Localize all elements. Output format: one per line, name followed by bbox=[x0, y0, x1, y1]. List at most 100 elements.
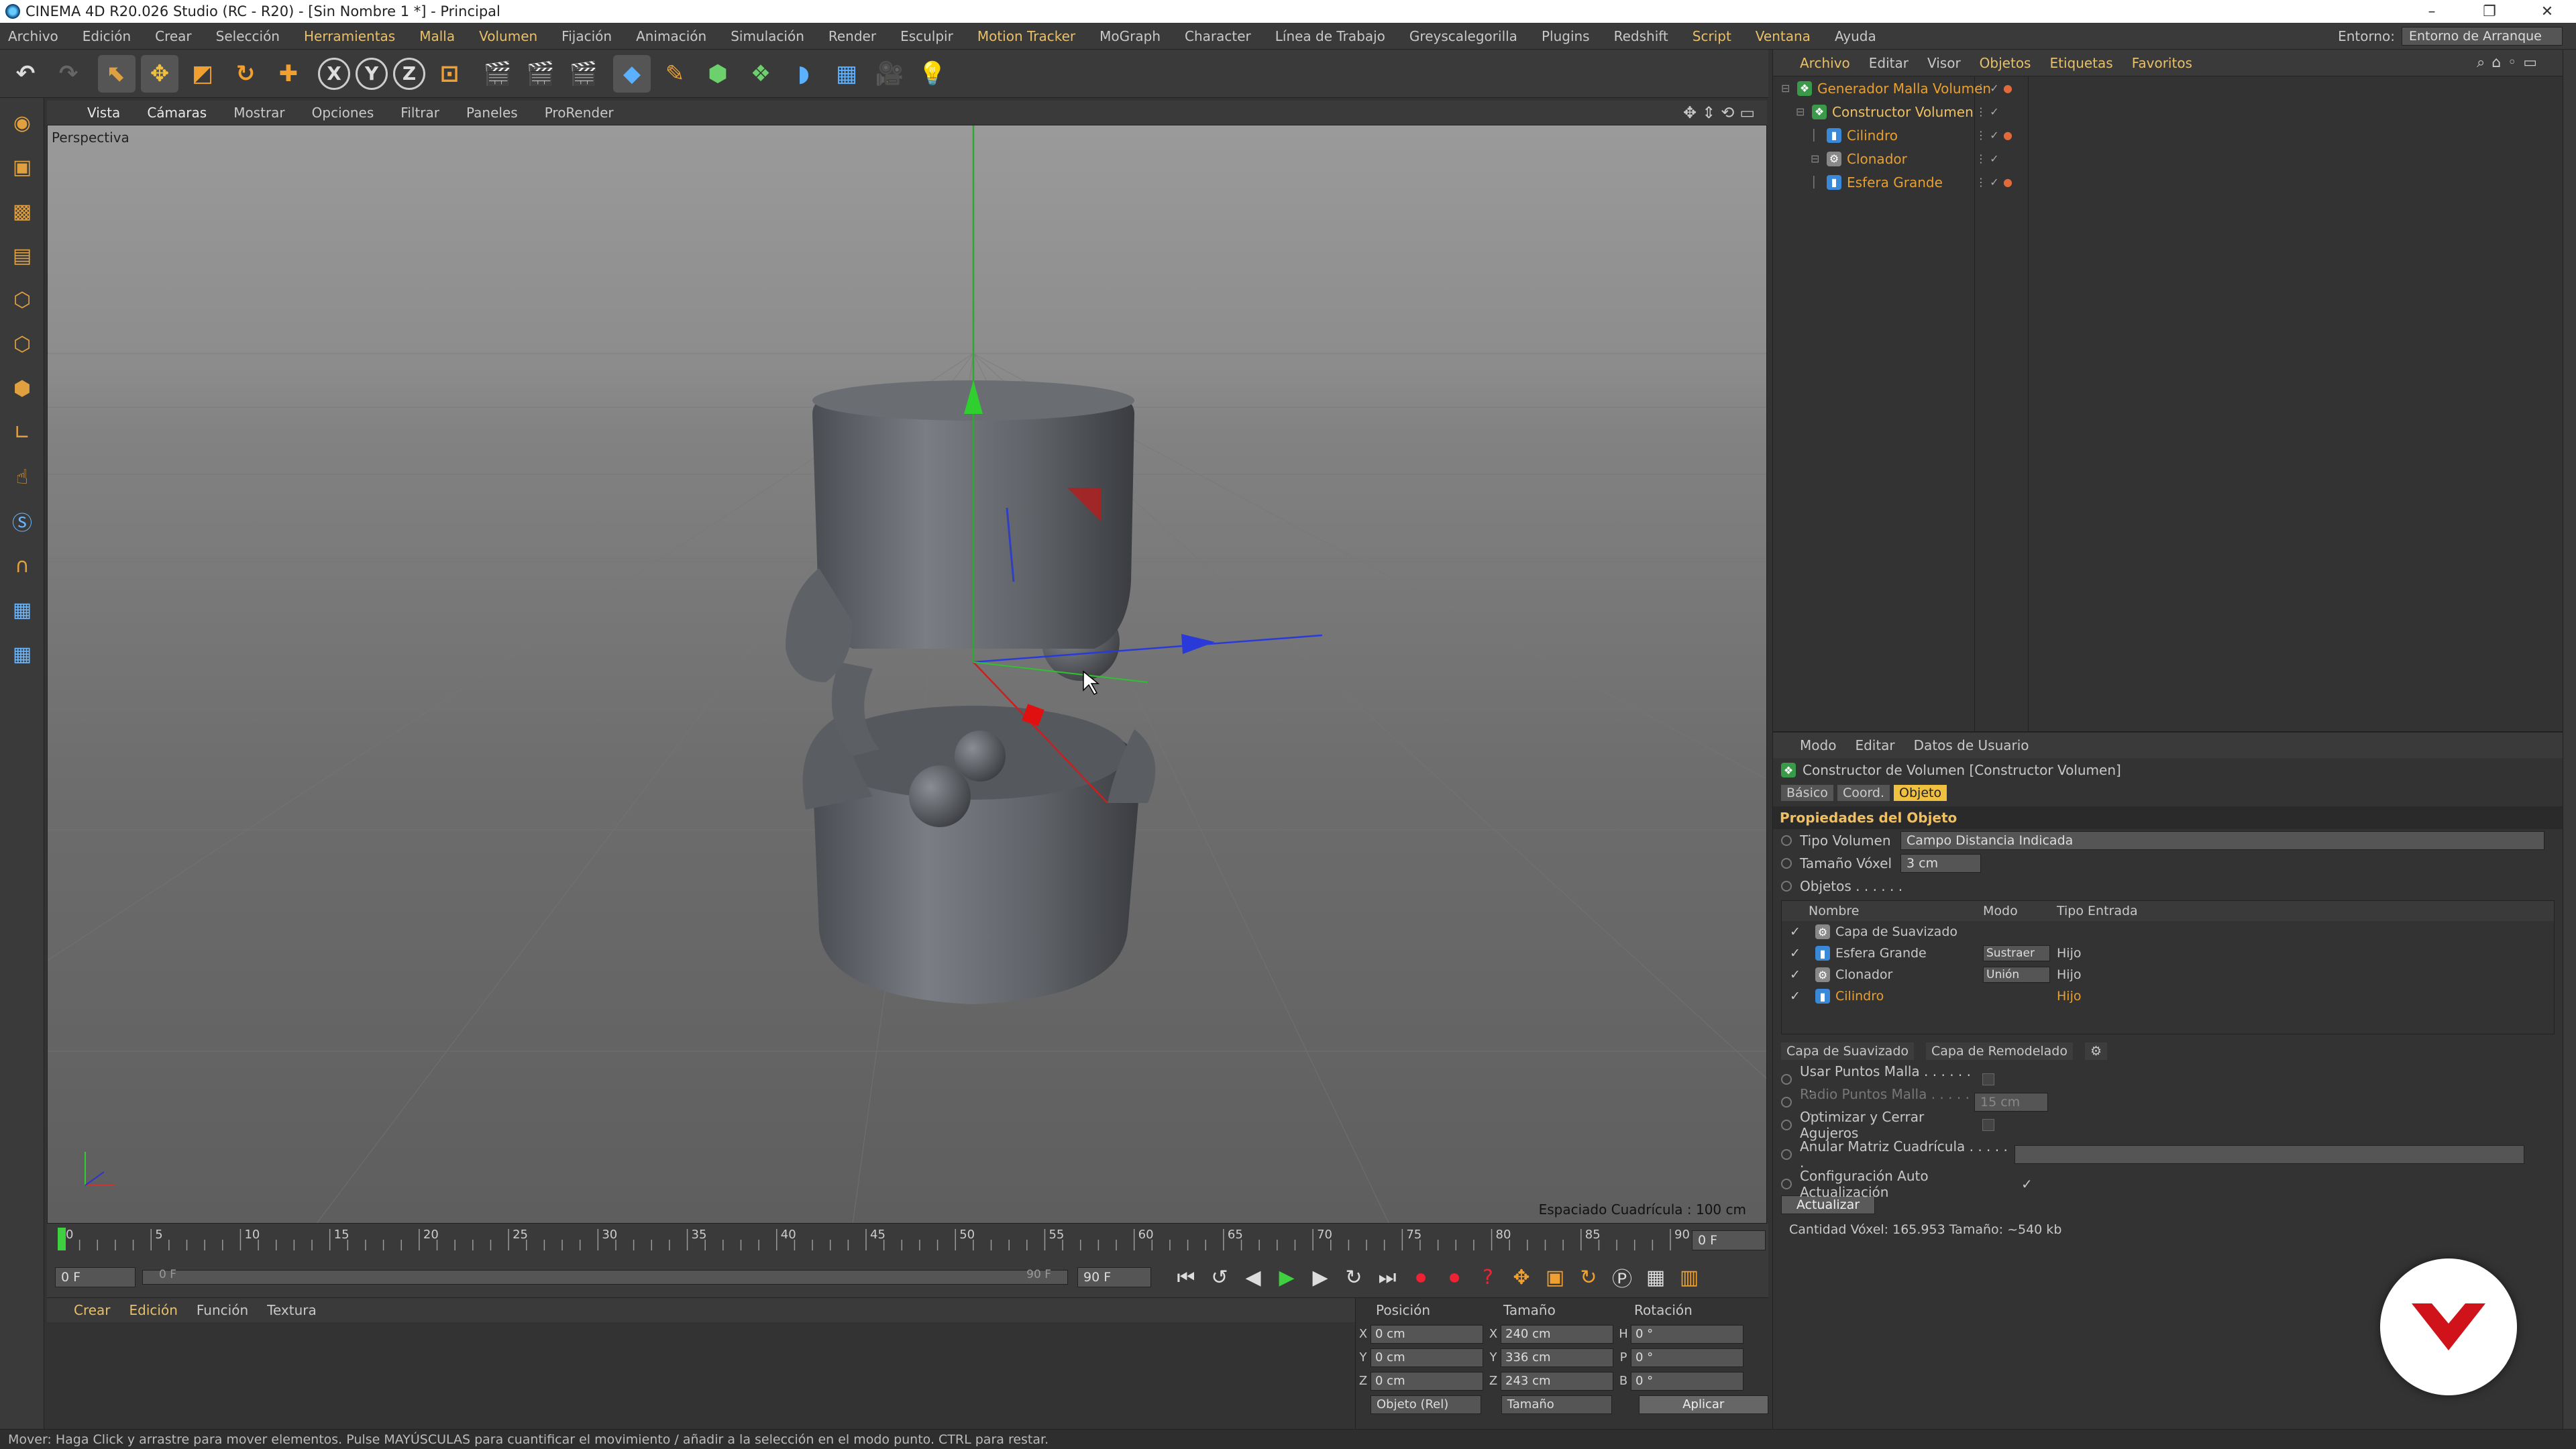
attribute-menu-item-0[interactable]: Modo bbox=[1800, 737, 1836, 753]
viewport-menu-item-3[interactable]: Opciones bbox=[312, 105, 374, 121]
volume-object-enabled-checkbox[interactable]: ✓ bbox=[1782, 967, 1809, 982]
object-menu-item-1[interactable]: Editar bbox=[1869, 55, 1909, 71]
tree-expand-icon[interactable]: ⊟ bbox=[1796, 105, 1809, 118]
enabled-check-icon[interactable]: ✓ bbox=[1988, 82, 2001, 95]
objects-animate-icon[interactable] bbox=[1781, 881, 1792, 892]
live-selection-icon[interactable]: ⬉ bbox=[98, 54, 136, 93]
voxel-size-animate-icon[interactable] bbox=[1781, 858, 1792, 869]
tab-1[interactable]: Coord. bbox=[1837, 785, 1890, 801]
move-tool-icon[interactable]: ✥ bbox=[141, 54, 178, 93]
enabled-check-icon[interactable]: ✓ bbox=[1988, 176, 2001, 189]
menu-item-16[interactable]: Greyscalegorilla bbox=[1409, 28, 1517, 44]
autokey-icon[interactable]: ⏺ bbox=[1440, 1263, 1469, 1292]
menu-item-0[interactable]: Archivo bbox=[8, 28, 58, 44]
camera-icon[interactable]: 🎥 bbox=[871, 55, 908, 93]
menu-item-18[interactable]: Redshift bbox=[1614, 28, 1668, 44]
play-icon[interactable]: ▶ bbox=[1272, 1263, 1301, 1292]
override-grid-link-field[interactable] bbox=[2015, 1145, 2524, 1164]
key-position-icon[interactable]: ✥ bbox=[1507, 1263, 1536, 1292]
rotation-field[interactable]: 0 ° bbox=[1631, 1371, 1743, 1391]
volume-object-row[interactable]: ✓ ▮ Esfera Grande Sustraer Hijo bbox=[1782, 943, 2554, 964]
use-mesh-points-checkbox[interactable] bbox=[1982, 1073, 1994, 1085]
visibility-dots-icon[interactable]: ⋮ bbox=[1974, 152, 1988, 165]
previous-frame-icon[interactable]: ◀ bbox=[1238, 1263, 1268, 1292]
object-menu-item-0[interactable]: Archivo bbox=[1800, 55, 1850, 71]
enabled-check-icon[interactable]: ✓ bbox=[1988, 105, 2001, 118]
menu-item-19[interactable]: Script bbox=[1693, 28, 1731, 44]
timeline-ruler[interactable]: 0 5 10 15 20 25 30 35 40 45 50 55 60 65 70 75 80 85 90 0 F bbox=[47, 1224, 1768, 1257]
menu-item-11[interactable]: Esculpir bbox=[900, 28, 953, 44]
previous-keyframe-icon[interactable]: ↺ bbox=[1205, 1263, 1234, 1292]
object-tree-row[interactable]: ⊟ ❖ Constructor Volumen ⋮ ✓ bbox=[1773, 100, 2563, 123]
go-to-end-icon[interactable]: ⏭ bbox=[1373, 1263, 1402, 1292]
viewport-menu-item-4[interactable]: Filtrar bbox=[400, 105, 439, 121]
viewport-3d[interactable]: Perspectiva Espaciado Cuadrícula: 100 c… bbox=[47, 125, 1767, 1224]
menu-item-9[interactable]: Simulación bbox=[731, 28, 804, 44]
material-menu-item-1[interactable]: Edición bbox=[129, 1302, 178, 1318]
menu-item-13[interactable]: MoGraph bbox=[1099, 28, 1161, 44]
rotation-field[interactable]: 0 ° bbox=[1631, 1324, 1743, 1344]
z-axis-lock-button[interactable]: Z bbox=[393, 57, 425, 90]
viewport-menu-item-0[interactable]: Vista bbox=[87, 105, 120, 121]
enabled-check-icon[interactable]: ✓ bbox=[1988, 129, 2001, 142]
use-mesh-points-animate-icon[interactable] bbox=[1781, 1074, 1792, 1085]
recent-tools-icon[interactable]: ✚ bbox=[270, 55, 307, 93]
range-slider[interactable]: 0 F 90 F bbox=[142, 1268, 1068, 1285]
volume-object-enabled-checkbox[interactable]: ✓ bbox=[1782, 924, 1809, 939]
menu-item-15[interactable]: Línea de Trabajo bbox=[1275, 28, 1385, 44]
visibility-dots-icon[interactable]: ⋮ bbox=[1974, 129, 1988, 142]
size-mode-dropdown[interactable]: Tamaño bbox=[1501, 1395, 1612, 1414]
size-field[interactable]: 240 cm bbox=[1501, 1324, 1613, 1344]
menu-item-6[interactable]: Volumen bbox=[479, 28, 537, 44]
voxel-size-field[interactable]: 3 cm bbox=[1900, 854, 1981, 873]
key-parameter-icon[interactable]: Ⓟ bbox=[1607, 1263, 1637, 1292]
right-side-tabs[interactable] bbox=[2563, 50, 2576, 1429]
tree-expand-icon[interactable]: │ bbox=[1811, 129, 1824, 142]
snap-icon[interactable]: Ⓢ bbox=[4, 503, 40, 539]
object-menu-item-3[interactable]: Objetos bbox=[1980, 55, 2031, 71]
phong-tag-icon[interactable] bbox=[2001, 152, 2015, 165]
next-frame-icon[interactable]: ▶ bbox=[1305, 1263, 1335, 1292]
enabled-check-icon[interactable]: ✓ bbox=[1988, 152, 2001, 165]
material-menu-item-3[interactable]: Textura bbox=[267, 1302, 317, 1318]
magnet-icon[interactable]: ∩ bbox=[4, 547, 40, 584]
floor-icon[interactable]: ▦ bbox=[828, 55, 865, 93]
menu-item-12[interactable]: Motion Tracker bbox=[977, 28, 1075, 44]
menu-item-4[interactable]: Herramientas bbox=[304, 28, 395, 44]
volume-object-row[interactable]: ✓ ⚙ Clonador Unión Hijo bbox=[1782, 964, 2554, 985]
volume-object-mode-dropdown[interactable]: Unión bbox=[1983, 967, 2050, 983]
phong-tag-icon[interactable]: ● bbox=[2001, 176, 2015, 189]
keyframe-selection-icon[interactable]: ? bbox=[1473, 1263, 1503, 1292]
volume-type-animate-icon[interactable] bbox=[1781, 835, 1792, 846]
object-menu-item-5[interactable]: Favoritos bbox=[2132, 55, 2192, 71]
smoothing-layer-button[interactable]: Capa de Suavizado bbox=[1781, 1042, 1915, 1060]
reshape-layer-button[interactable]: Capa de Remodelado bbox=[1926, 1042, 2073, 1060]
object-name[interactable]: Esfera Grande bbox=[1847, 174, 1943, 191]
minimize-button[interactable]: – bbox=[2403, 3, 2461, 20]
solo-icon[interactable]: ▦ bbox=[4, 636, 40, 672]
menu-item-21[interactable]: Ayuda bbox=[1835, 28, 1876, 44]
rotation-field[interactable]: 0 ° bbox=[1631, 1348, 1743, 1367]
size-field[interactable]: 243 cm bbox=[1501, 1371, 1613, 1391]
layer-options-icon[interactable]: ⚙ bbox=[2085, 1042, 2108, 1060]
object-menu-item-4[interactable]: Etiquetas bbox=[2049, 55, 2112, 71]
maximize-button[interactable]: ❐ bbox=[2461, 3, 2518, 20]
apply-button[interactable]: Aplicar bbox=[1638, 1395, 1768, 1414]
key-rotation-icon[interactable]: ↻ bbox=[1574, 1263, 1603, 1292]
tab-0[interactable]: Básico bbox=[1781, 785, 1833, 801]
tree-expand-icon[interactable]: ⊟ bbox=[1811, 152, 1824, 165]
go-to-start-icon[interactable]: ⏮ bbox=[1171, 1263, 1201, 1292]
menu-item-10[interactable]: Render bbox=[828, 28, 876, 44]
object-name[interactable]: Generador Malla Volumen bbox=[1817, 80, 1991, 97]
phong-tag-icon[interactable]: ● bbox=[2001, 129, 2015, 142]
visibility-dots-icon[interactable]: ⋮ bbox=[1974, 176, 1988, 189]
menu-item-20[interactable]: Ventana bbox=[1756, 28, 1811, 44]
menu-item-17[interactable]: Plugins bbox=[1542, 28, 1590, 44]
timeline-options-icon[interactable]: ▥ bbox=[1674, 1263, 1704, 1292]
polygons-mode-icon[interactable]: ⬢ bbox=[4, 370, 40, 407]
axis-mode-icon[interactable]: ∟ bbox=[4, 415, 40, 451]
visibility-dots-icon[interactable]: ⋮ bbox=[1974, 105, 1988, 118]
rotate-tool-icon[interactable]: ↻ bbox=[227, 55, 264, 93]
coordinate-system-icon[interactable]: ⊡ bbox=[431, 55, 468, 93]
viewport-menu-item-1[interactable]: Cámaras bbox=[147, 105, 207, 121]
